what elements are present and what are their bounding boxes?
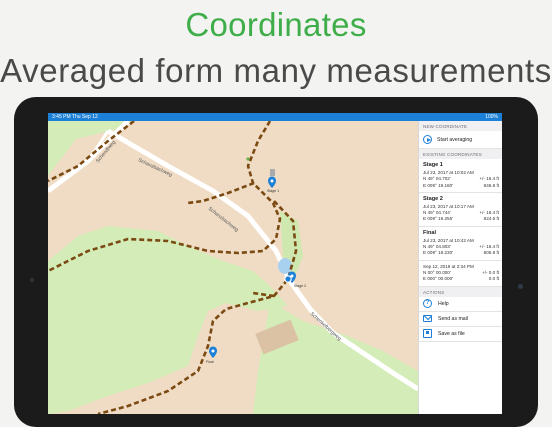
help-button[interactable]: ? Help	[419, 297, 502, 312]
coordinate-entry[interactable]: Sep 12, 2019 at 2:34 PM N 00° 00.000' +/-…	[419, 261, 502, 287]
svg-text:Final: Final	[206, 360, 214, 364]
svg-text:Stage 2: Stage 2	[294, 284, 306, 288]
entry-lon: E 009° 19.180'	[423, 182, 454, 188]
start-averaging-button[interactable]: Start averaging	[419, 131, 502, 149]
existing-coordinates-header: EXISTING COORDINATES	[419, 149, 502, 159]
save-file-icon	[423, 329, 432, 339]
app-screen: 3:45 PM Thu Sep 12 100% Schendlweg Schan…	[48, 113, 502, 414]
coordinates-panel: NEW COORDINATE Start averaging EXISTING …	[418, 121, 502, 414]
status-time: 3:45 PM Thu Sep 12	[52, 114, 98, 120]
status-battery: 100%	[485, 114, 498, 120]
status-bar: 3:45 PM Thu Sep 12 100%	[48, 113, 502, 121]
entry-elevation: 0.0 ft	[488, 276, 499, 282]
save-as-file-label: Save as file	[438, 330, 465, 337]
entry-elevation: 824.5 ft	[483, 216, 499, 222]
send-as-mail-label: Send as mail	[438, 315, 468, 322]
coordinate-entry[interactable]: Final Jul 23, 2017 at 10:42 AM N 49° 04.…	[419, 227, 502, 261]
coordinate-entry[interactable]: Stage 1 Jul 23, 2017 at 10:02 AM N 49° 0…	[419, 159, 502, 193]
play-icon	[423, 135, 432, 144]
entry-lon: E 009° 19.230'	[423, 250, 454, 256]
send-as-mail-button[interactable]: Send as mail	[419, 312, 502, 327]
entry-lon: E 000° 00.000'	[423, 276, 454, 282]
pond	[278, 258, 292, 274]
entry-name: Stage 2	[423, 195, 443, 202]
entry-lon: E 009° 19.255'	[423, 216, 454, 222]
hero-title: Coordinates	[185, 6, 367, 43]
map-view[interactable]: Schendlweg Schanzbachweg Schanzbachweg S…	[48, 121, 418, 414]
entry-name: Final	[423, 229, 437, 236]
save-as-file-button[interactable]: Save as file	[419, 327, 502, 342]
device-sensor	[518, 284, 523, 289]
coordinate-entry[interactable]: Stage 2 Jul 23, 2017 at 10:17 AM N 49° 0…	[419, 193, 502, 227]
entry-elevation: 846.8 ft	[483, 182, 499, 188]
current-location-icon	[284, 275, 292, 283]
entry-elevation: 805.9 ft	[483, 250, 499, 256]
map-marker[interactable]	[270, 169, 275, 176]
svg-text:Stage 1: Stage 1	[267, 189, 279, 193]
start-averaging-label: Start averaging	[437, 136, 473, 143]
mail-icon	[423, 315, 432, 323]
hero-subtitle: Averaged form many measurements	[0, 52, 552, 89]
entry-name: Stage 1	[423, 162, 443, 168]
poi-icon	[246, 157, 250, 161]
actions-header: ACTIONS	[419, 286, 502, 297]
device-camera	[30, 278, 34, 282]
new-coordinate-header: NEW COORDINATE	[419, 121, 502, 131]
help-icon: ?	[423, 299, 432, 309]
help-label: Help	[438, 300, 449, 307]
